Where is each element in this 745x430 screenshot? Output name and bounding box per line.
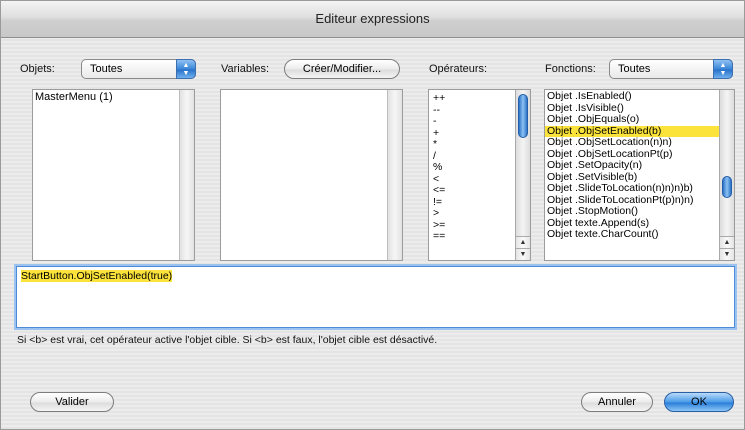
list-item[interactable]: Objet .IsEnabled(): [545, 90, 734, 103]
variables-list[interactable]: [220, 89, 403, 261]
function-description: Si <b> est vrai, cet opérateur active l'…: [17, 334, 438, 346]
scroll-up-arrow-icon[interactable]: ▲: [720, 236, 734, 248]
variables-label: Variables:: [221, 63, 270, 75]
list-item[interactable]: Objet .StopMotion(): [545, 205, 734, 218]
expression-input[interactable]: StartButton.ObjSetEnabled(true): [16, 266, 735, 328]
operateurs-scroll-thumb[interactable]: [518, 94, 528, 138]
fonctions-scroll-thumb[interactable]: [722, 176, 732, 198]
operateurs-list[interactable]: ++ -- - + * / % < <= != > >= == ▲ ▼: [428, 89, 531, 261]
list-item[interactable]: Objet .ObjEquals(o): [545, 113, 734, 126]
operateurs-label: Opérateurs:: [429, 63, 488, 75]
objets-list[interactable]: MasterMenu (1): [32, 89, 195, 261]
list-item[interactable]: Objet .SetOpacity(n): [545, 159, 734, 172]
list-item[interactable]: Objet .ObjSetLocation(n)n): [545, 136, 734, 149]
objets-scroll-track: [179, 90, 194, 260]
expression-text: StartButton.ObjSetEnabled(true): [21, 270, 173, 282]
variables-scroll-track: [387, 90, 402, 260]
up-down-arrows-icon: ▲ ▼: [713, 59, 733, 79]
objets-popup[interactable]: Toutes ▲ ▼: [81, 59, 196, 79]
fonctions-label: Fonctions:: [545, 63, 596, 75]
scroll-down-arrow-icon[interactable]: ▼: [720, 248, 734, 260]
up-down-arrows-icon: ▲ ▼: [176, 59, 196, 79]
valider-button[interactable]: Valider: [30, 392, 114, 412]
list-item[interactable]: Objet .SlideToLocation(n)n)n)b): [545, 182, 734, 195]
list-item[interactable]: MasterMenu (1): [33, 90, 194, 104]
creer-modifier-button[interactable]: Créer/Modifier...: [284, 59, 400, 79]
fonctions-list[interactable]: Objet .IsEnabled() Objet .IsVisible() Ob…: [544, 89, 735, 261]
fonctions-popup-value: Toutes: [618, 63, 651, 75]
objets-popup-value: Toutes: [90, 63, 123, 75]
scroll-up-arrow-icon[interactable]: ▲: [516, 236, 530, 248]
operateurs-scrollbar[interactable]: ▲ ▼: [515, 90, 530, 260]
list-item[interactable]: Objet texte.CharCount(): [545, 228, 734, 241]
annuler-button[interactable]: Annuler: [581, 392, 653, 412]
scroll-down-arrow-icon[interactable]: ▼: [516, 248, 530, 260]
ok-button[interactable]: OK: [664, 392, 734, 412]
fonctions-popup[interactable]: Toutes ▲ ▼: [609, 59, 733, 79]
fonctions-scrollbar[interactable]: ▲ ▼: [719, 90, 734, 260]
window-title: Editeur expressions: [1, 1, 744, 38]
objets-label: Objets:: [20, 63, 55, 75]
expression-editor-window: Editeur expressions Objets: Toutes ▲ ▼ Va…: [0, 0, 745, 430]
